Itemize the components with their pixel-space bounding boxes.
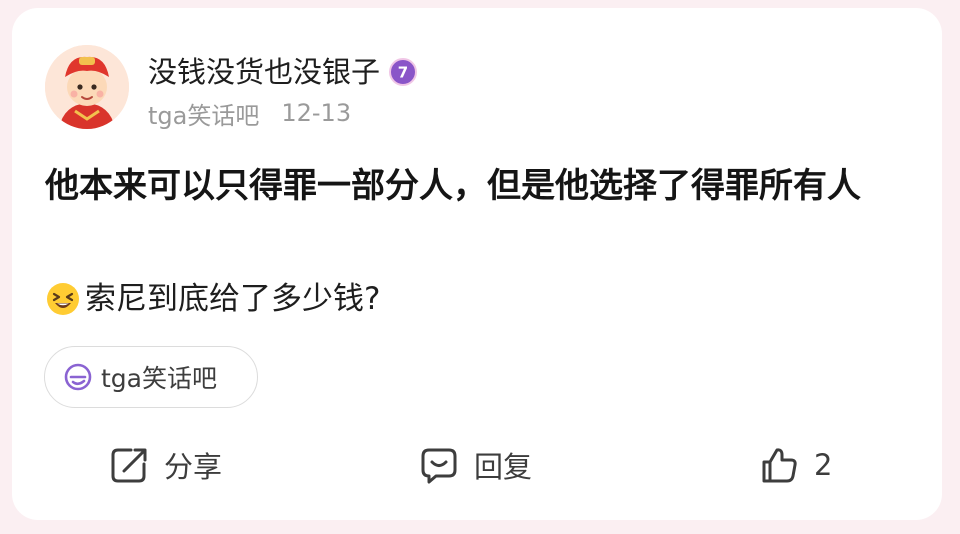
share-button[interactable]: 分享 bbox=[108, 440, 222, 490]
author-name[interactable]: 没钱没货也没银子 bbox=[148, 52, 380, 92]
post-body-text: 索尼到底给了多少钱? bbox=[85, 281, 381, 317]
post-title: 他本来可以只得罪一部分人，但是他选择了得罪所有人 bbox=[45, 166, 861, 206]
avatar-image bbox=[45, 45, 129, 129]
author-row: 没钱没货也没银子 7 bbox=[148, 52, 418, 92]
topic-tag-label: tga笑话吧 bbox=[101, 364, 217, 393]
forum-name[interactable]: tga笑话吧 bbox=[148, 96, 259, 131]
avatar[interactable] bbox=[45, 45, 129, 129]
like-button[interactable]: 2 bbox=[758, 440, 832, 490]
like-count: 2 bbox=[814, 448, 833, 482]
grinning-squint-emoji-icon bbox=[45, 281, 81, 317]
reply-button[interactable]: 回复 bbox=[418, 440, 532, 490]
topic-tag[interactable]: tga笑话吧 bbox=[44, 346, 258, 408]
post-meta: tga笑话吧 12-13 bbox=[148, 96, 351, 130]
post-body: 索尼到底给了多少钱? bbox=[45, 276, 380, 322]
level-number: 7 bbox=[398, 64, 408, 82]
reply-label: 回复 bbox=[474, 450, 533, 484]
level-badge-icon: 7 bbox=[388, 57, 418, 87]
share-icon bbox=[111, 448, 147, 483]
share-label: 分享 bbox=[164, 450, 223, 484]
post-date: 12-13 bbox=[281, 99, 352, 127]
thumbs-up-icon bbox=[762, 448, 797, 483]
reply-icon bbox=[421, 448, 457, 484]
post-card: 没钱没货也没银子 7 tga笑话吧 12-13 他本来可以只得罪一部分人，但是他… bbox=[12, 8, 942, 520]
topic-tag-icon bbox=[63, 362, 93, 392]
